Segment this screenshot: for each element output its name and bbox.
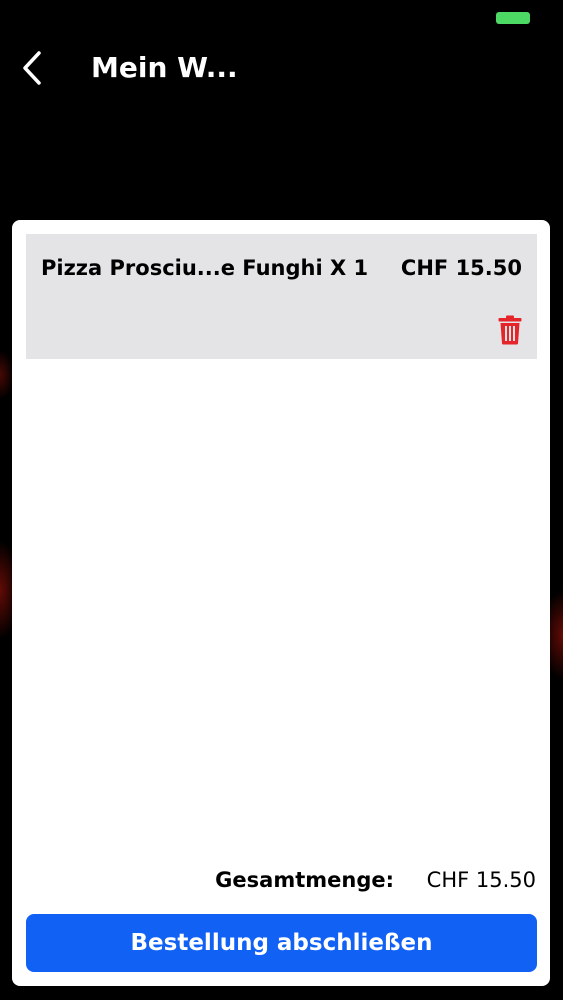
cart-card: Pizza Prosciu...e Funghi X 1 CHF 15.50 G… — [12, 220, 550, 986]
cart-screen: Mein W... Pizza Prosciu...e Funghi X 1 C… — [0, 0, 563, 1000]
total-row: Gesamtmenge: CHF 15.50 — [12, 868, 550, 898]
cart-item-name: Pizza Prosciu...e Funghi X 1 — [41, 256, 369, 280]
delete-item-button[interactable] — [497, 314, 523, 346]
chevron-left-icon — [23, 51, 41, 85]
total-label: Gesamtmenge: — [215, 868, 394, 892]
checkout-button[interactable]: Bestellung abschließen — [26, 914, 537, 972]
battery-icon — [496, 12, 530, 24]
total-value: CHF 15.50 — [426, 868, 536, 892]
back-button[interactable] — [14, 48, 50, 88]
cart-item-price: CHF 15.50 — [400, 256, 522, 280]
header: Mein W... — [0, 40, 563, 100]
page-title: Mein W... — [91, 51, 238, 84]
cart-item[interactable]: Pizza Prosciu...e Funghi X 1 CHF 15.50 — [26, 234, 537, 359]
trash-icon — [498, 315, 522, 345]
